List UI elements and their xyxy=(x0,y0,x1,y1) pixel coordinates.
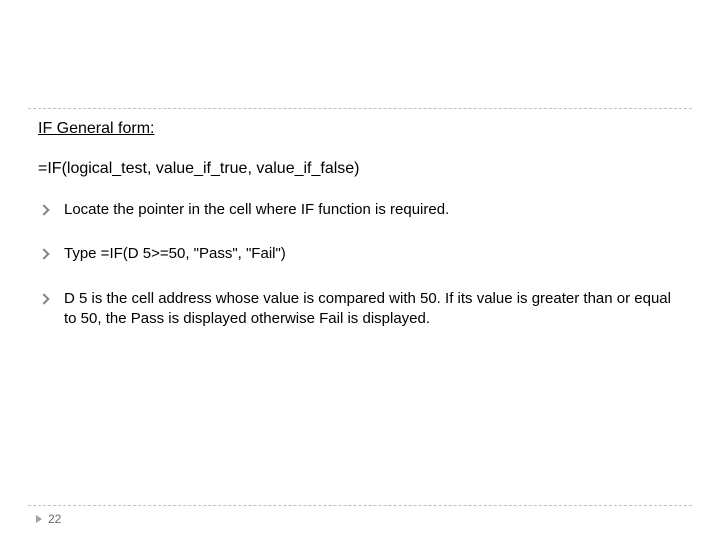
page-number: 22 xyxy=(48,512,61,526)
syntax-line: =IF(logical_test, value_if_true, value_i… xyxy=(38,160,684,178)
section-heading: IF General form: xyxy=(38,120,684,138)
top-divider xyxy=(28,108,692,109)
bottom-divider xyxy=(28,505,692,506)
list-item: Locate the pointer in the cell where IF … xyxy=(36,200,684,220)
footer: 22 xyxy=(36,512,61,526)
bullet-list: Locate the pointer in the cell where IF … xyxy=(36,200,684,329)
content-area: IF General form: =IF(logical_test, value… xyxy=(36,120,684,353)
list-item: D 5 is the cell address whose value is c… xyxy=(36,289,684,330)
slide: IF General form: =IF(logical_test, value… xyxy=(0,0,720,540)
triangle-icon xyxy=(36,515,42,523)
list-item: Type =IF(D 5>=50, "Pass", "Fail") xyxy=(36,244,684,264)
